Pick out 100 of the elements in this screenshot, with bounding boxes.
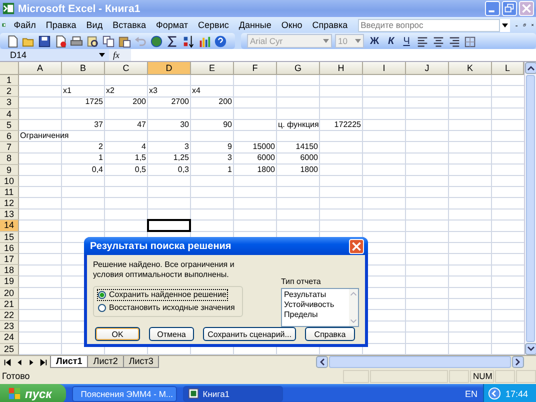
row-header[interactable]: 3 <box>0 97 19 109</box>
radio-option[interactable]: Восстановить исходные значения <box>98 303 235 313</box>
print-icon[interactable] <box>70 34 83 48</box>
chart-icon[interactable] <box>198 34 211 48</box>
format-button[interactable]: Ч <box>400 36 413 46</box>
copy-icon[interactable] <box>102 34 115 48</box>
menu-item[interactable]: Окно <box>281 19 302 31</box>
next-sheet-icon[interactable] <box>27 358 36 367</box>
paste-icon[interactable] <box>118 34 131 48</box>
sheet-tab[interactable]: Лист2 <box>87 356 124 368</box>
table-cell-text: 1800 <box>256 164 276 176</box>
column-header[interactable]: B <box>62 62 105 75</box>
table-cell-text: 3 <box>226 153 233 164</box>
dialog-button[interactable]: Справка <box>305 327 355 341</box>
menu-item[interactable]: Вставка <box>112 19 146 31</box>
menu-item[interactable]: Сервис <box>198 19 229 31</box>
list-item[interactable]: Устойчивость <box>284 300 334 310</box>
column-header[interactable]: L <box>492 62 524 75</box>
row-header[interactable]: 17 <box>0 254 19 266</box>
row-header[interactable]: 4 <box>0 108 19 120</box>
name-box[interactable]: D14 <box>0 49 109 61</box>
scroll-up-icon[interactable] <box>525 62 536 74</box>
column-header[interactable]: I <box>363 62 406 75</box>
scroll-down-icon[interactable] <box>525 342 536 355</box>
row-header[interactable]: 13 <box>0 209 19 220</box>
scrollbar-thumb[interactable] <box>329 356 511 368</box>
row-header[interactable]: 1 <box>0 75 19 86</box>
row-header[interactable]: 18 <box>0 265 19 276</box>
scroll-left-icon[interactable] <box>316 356 328 368</box>
column-header[interactable]: A <box>19 62 62 75</box>
sort-icon[interactable] <box>182 34 195 48</box>
column-header[interactable]: K <box>449 62 492 75</box>
row-header[interactable]: 15 <box>0 232 19 243</box>
row-header[interactable]: 8 <box>0 153 19 164</box>
sigma-icon[interactable] <box>166 34 179 48</box>
row-header[interactable]: 22 <box>0 310 19 322</box>
radio-option[interactable]: Сохранить найденное решение <box>98 290 226 300</box>
column-header[interactable]: J <box>406 62 449 75</box>
dialog-button[interactable]: Отмена <box>149 327 194 341</box>
row-header[interactable]: 10 <box>0 176 19 187</box>
sheet-tab[interactable]: Лист3 <box>122 356 160 368</box>
format-button[interactable]: Ж <box>367 36 382 46</box>
row-header[interactable]: 20 <box>0 288 19 299</box>
column-header[interactable]: E <box>191 62 234 75</box>
row-header[interactable]: 12 <box>0 198 19 210</box>
active-cell[interactable] <box>147 219 191 232</box>
menu-item[interactable]: Формат <box>156 19 188 31</box>
scroll-right-icon[interactable] <box>512 356 524 368</box>
language-indicator[interactable]: EN <box>464 388 478 399</box>
permission-icon[interactable] <box>54 34 67 48</box>
align-center-icon[interactable] <box>432 34 445 48</box>
dropdown-arrow-icon[interactable] <box>98 51 106 59</box>
row-header[interactable]: 6 <box>0 130 19 142</box>
align-left-icon[interactable] <box>416 34 429 48</box>
scrollbar-thumb[interactable] <box>526 75 535 342</box>
help-icon[interactable] <box>214 34 227 48</box>
row-header[interactable]: 11 <box>0 186 19 198</box>
row-header[interactable]: 7 <box>0 142 19 154</box>
show-icons-icon[interactable] <box>488 387 502 400</box>
dialog-button[interactable]: OK <box>95 327 140 341</box>
taskbar-button[interactable]: Книга1 <box>182 386 283 402</box>
save-icon[interactable] <box>38 34 51 48</box>
function-label[interactable]: fx <box>109 49 131 61</box>
list-item[interactable]: Пределы <box>284 310 318 320</box>
format-button[interactable]: К <box>385 36 398 46</box>
menu-item[interactable]: Правка <box>46 19 76 31</box>
previous-sheet-icon[interactable] <box>15 358 24 367</box>
last-sheet-icon[interactable] <box>39 358 48 367</box>
menu-item[interactable]: Вид <box>86 19 103 31</box>
row-header[interactable]: 25 <box>0 344 19 355</box>
row-header[interactable]: 24 <box>0 332 19 344</box>
sheet-tab[interactable]: Лист1 <box>50 356 88 368</box>
report-type-label: Тип отчета <box>281 277 322 286</box>
globe-icon[interactable] <box>150 34 163 48</box>
column-header[interactable]: D <box>148 62 191 75</box>
menu-item[interactable]: Справка <box>312 19 348 31</box>
dialog-button[interactable]: Сохранить сценарий... <box>203 327 296 341</box>
row-header[interactable]: 2 <box>0 86 19 98</box>
row-header[interactable]: 23 <box>0 321 19 332</box>
first-sheet-icon[interactable] <box>3 358 12 367</box>
taskbar-button[interactable]: Пояснения ЭММ4 - М... <box>72 386 177 402</box>
align-right-icon[interactable] <box>448 34 461 48</box>
row-header[interactable]: 16 <box>0 242 19 254</box>
research-icon[interactable] <box>86 34 99 48</box>
borders-icon[interactable] <box>464 34 477 48</box>
help-search-field[interactable]: Введите вопрос <box>358 18 500 32</box>
row-header[interactable]: 21 <box>0 298 19 310</box>
menu-item[interactable]: Данные <box>238 19 272 31</box>
row-header[interactable]: 9 <box>0 164 19 176</box>
num-lock-indicator: NUM <box>470 370 494 383</box>
table-cell-text: 2 <box>98 142 104 154</box>
column-header[interactable]: F <box>234 62 277 75</box>
menu-item[interactable]: Файл <box>14 19 36 31</box>
row-header[interactable]: 5 <box>0 120 19 131</box>
column-header[interactable]: C <box>105 62 148 75</box>
column-header[interactable]: H <box>320 62 363 75</box>
list-item[interactable]: Результаты <box>284 290 326 300</box>
column-header[interactable]: G <box>277 62 320 75</box>
row-header[interactable]: 19 <box>0 276 19 288</box>
row-header[interactable]: 14 <box>0 220 19 232</box>
